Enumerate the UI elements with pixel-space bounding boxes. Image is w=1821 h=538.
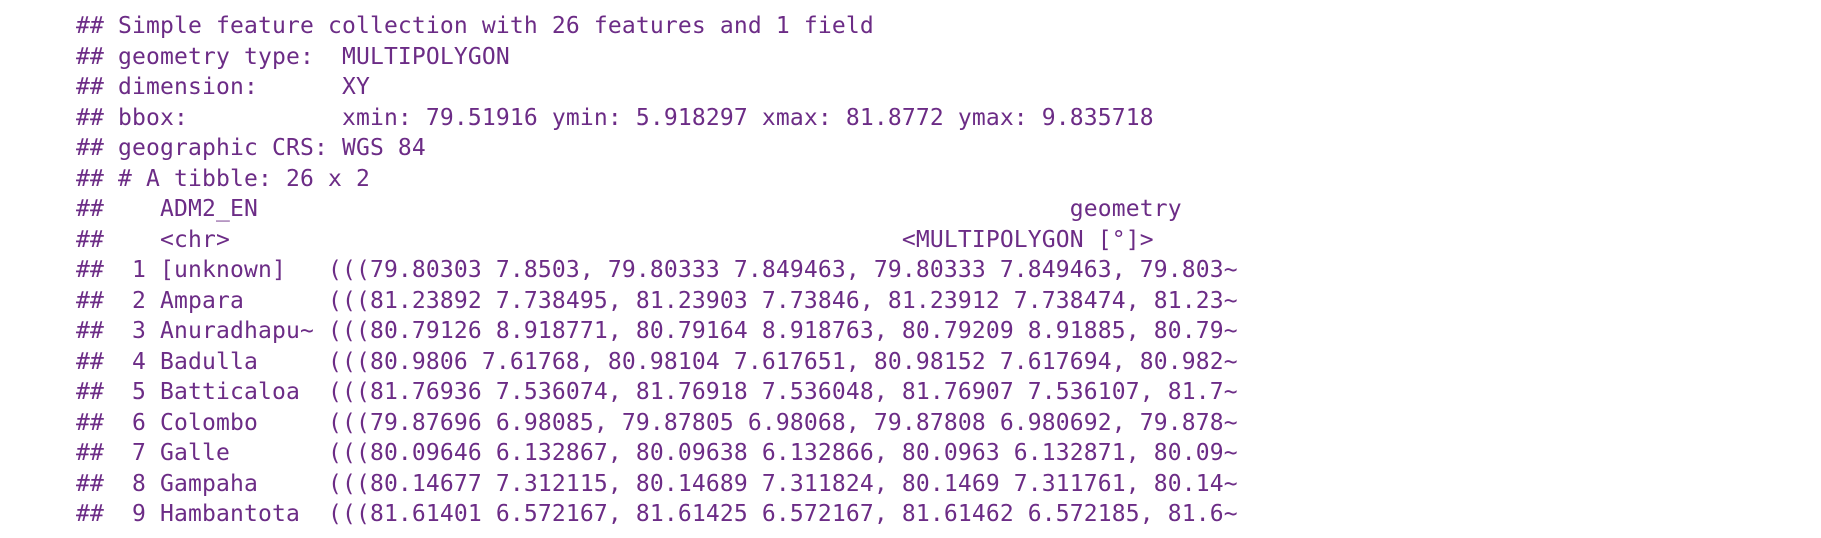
- output-line-column-types: ## <chr> <MULTIPOLYGON [°]>: [76, 226, 1154, 253]
- output-line-bbox: ## bbox: xmin: 79.51916 ymin: 5.918297 x…: [76, 104, 1154, 131]
- r-console-output: ## Simple feature collection with 26 fea…: [76, 11, 1776, 530]
- output-line-column-names: ## ADM2_EN geometry: [76, 196, 1182, 222]
- output-line-geometry-type: ## geometry type: MULTIPOLYGON: [76, 43, 510, 70]
- table-row: ## 2 Ampara (((81.23892 7.738495, 81.239…: [76, 287, 1238, 314]
- table-row: ## 8 Gampaha (((80.14677 7.312115, 80.14…: [76, 470, 1238, 497]
- output-line-header: ## Simple feature collection with 26 fea…: [76, 13, 874, 39]
- table-row: ## 3 Anuradhapu~ (((80.79126 8.918771, 8…: [76, 318, 1238, 344]
- output-line-dimension: ## dimension: XY: [76, 74, 370, 100]
- table-row: ## 5 Batticaloa (((81.76936 7.536074, 81…: [76, 379, 1238, 405]
- table-row: ## 4 Badulla (((80.9806 7.61768, 80.9810…: [76, 348, 1238, 375]
- table-row: ## 1 [unknown] (((79.80303 7.8503, 79.80…: [76, 257, 1238, 283]
- output-line-crs: ## geographic CRS: WGS 84: [76, 135, 426, 161]
- output-line-tibble-info: ## # A tibble: 26 x 2: [76, 165, 370, 192]
- table-row: ## 6 Colombo (((79.87696 6.98085, 79.878…: [76, 409, 1238, 436]
- table-row: ## 7 Galle (((80.09646 6.132867, 80.0963…: [76, 440, 1238, 466]
- table-row: ## 9 Hambantota (((81.61401 6.572167, 81…: [76, 501, 1238, 527]
